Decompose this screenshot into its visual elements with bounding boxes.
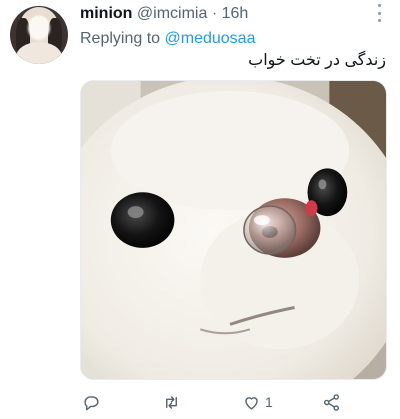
like-count: 1: [265, 394, 273, 410]
replying-to: Replying to @meduosaa: [80, 30, 255, 48]
tweet-text: زندگی در تخت خواب: [248, 52, 386, 69]
share-icon: [323, 393, 340, 411]
author-handle[interactable]: @imcimia: [137, 5, 207, 22]
more-icon[interactable]: [372, 4, 386, 22]
dog-photo: [81, 81, 386, 379]
reply-button[interactable]: [82, 390, 101, 414]
heart-icon: [245, 396, 258, 410]
avatar[interactable]: [10, 6, 68, 64]
timestamp[interactable]: 16h: [222, 5, 249, 22]
tweet-header: minion @imcimia · 16h: [80, 5, 248, 23]
replying-mention[interactable]: @meduosaa: [165, 30, 256, 47]
retweet-icon: [166, 395, 177, 409]
author-name[interactable]: minion: [80, 5, 132, 22]
share-button[interactable]: [322, 390, 341, 414]
replying-prefix: Replying to: [80, 30, 161, 47]
separator-dot: ·: [211, 5, 218, 22]
like-button[interactable]: 1: [242, 390, 273, 414]
tweet-photo[interactable]: [80, 80, 387, 380]
tweet-actions: 1: [82, 390, 352, 414]
retweet-button[interactable]: [162, 390, 181, 414]
reply-icon: [84, 395, 99, 410]
